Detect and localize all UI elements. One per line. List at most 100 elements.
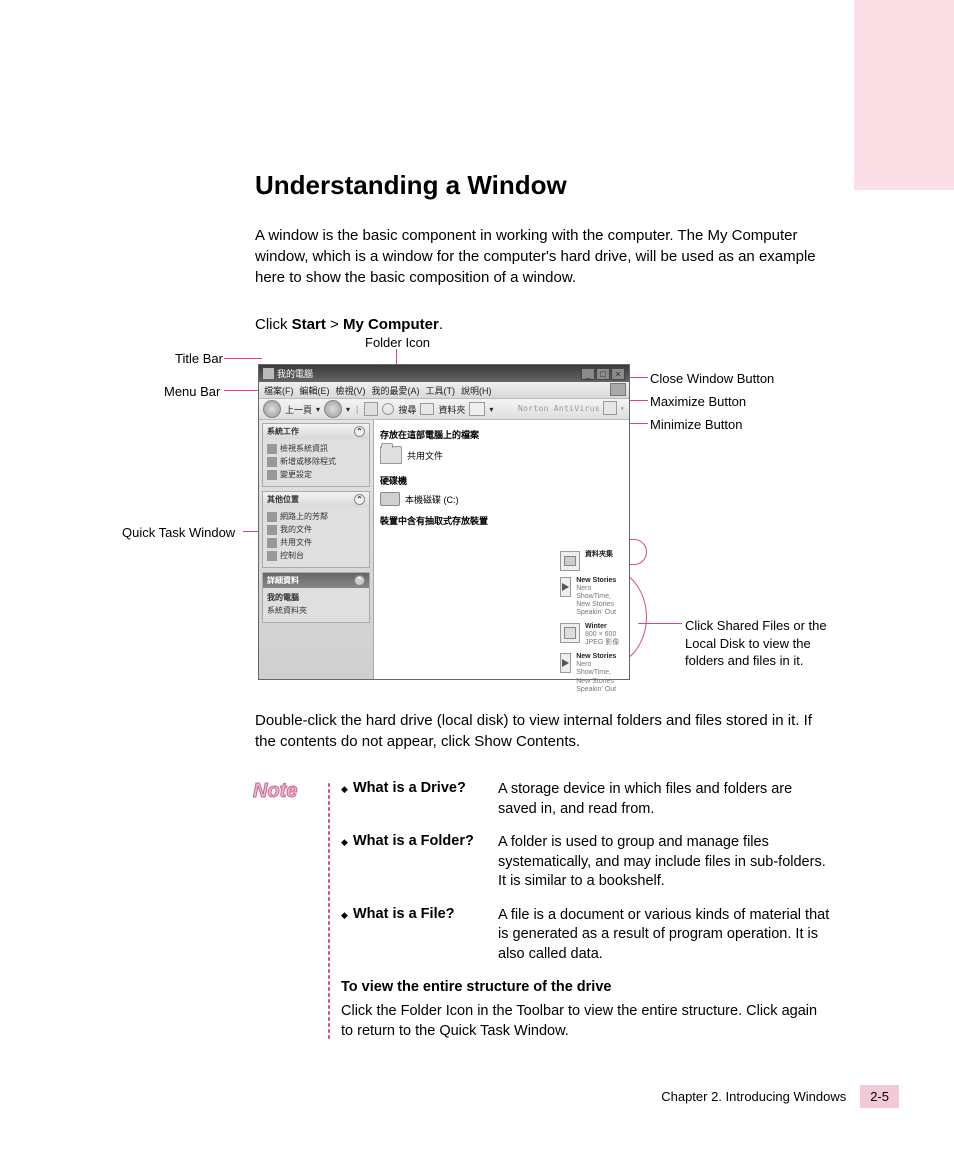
page-footer: Chapter 2. Introducing Windows 2-5 [661, 1085, 899, 1108]
click-prefix: Click [255, 316, 292, 333]
shared-folder[interactable]: 共用文件 [380, 446, 623, 464]
menu-tools[interactable]: 工具(T) [426, 384, 456, 397]
disk-icon [380, 492, 400, 506]
menu-edit[interactable]: 編輯(E) [300, 384, 330, 397]
menu-bar: 檔案(F) 編輯(E) 檢視(V) 我的最愛(A) 工具(T) 說明(H) [259, 382, 629, 398]
section-header: 裝置中含有抽取式存放裝置 [380, 514, 623, 527]
minimize-button[interactable]: _ [581, 368, 595, 380]
views-button[interactable] [469, 402, 485, 416]
sidebar-label: 變更設定 [280, 469, 312, 480]
menu-view[interactable]: 檢視(V) [336, 384, 366, 397]
definition-desc: A folder is used to group and manage fil… [498, 833, 833, 892]
panel-other-places: 其他位置 ⌃ 網路上的芳鄰 我的文件 共用文件 控制台 [262, 491, 370, 568]
definition-row: ◆ What is a Drive? A storage device in w… [341, 780, 833, 819]
sidebar-label: 共用文件 [280, 537, 312, 548]
sidebar-label: 檢視系統資訊 [280, 443, 328, 454]
bullet-icon: ◆ [341, 906, 353, 965]
sidebar-item[interactable]: 新增或移除程式 [267, 455, 365, 468]
sidebar-item[interactable]: 控制台 [267, 549, 365, 562]
section-header: 存放在這部電腦上的檔案 [380, 428, 623, 441]
file-item[interactable]: 資料夾集 [560, 551, 623, 571]
sidebar-item[interactable]: 檢視系統資訊 [267, 442, 365, 455]
sidebar-item[interactable]: 我的文件 [267, 523, 365, 536]
up-icon[interactable] [364, 402, 378, 416]
bullet-icon: ◆ [341, 833, 353, 892]
panel-title: 系統工作 [267, 426, 299, 437]
menu-file[interactable]: 檔案(F) [264, 384, 294, 397]
sidebar-label: 我的文件 [280, 524, 312, 535]
title-bar: 我的電腦 _ □ × [259, 365, 629, 382]
folder-icon [380, 446, 402, 464]
forward-button[interactable] [324, 400, 342, 418]
details-label: 系統資料夾 [267, 605, 307, 616]
callout-folder-icon: Folder Icon [365, 335, 430, 350]
back-button[interactable] [263, 400, 281, 418]
file-sub: 800 × 600 JPEG 影像 [585, 631, 619, 647]
chapter-tab [854, 0, 954, 190]
info-icon [267, 444, 277, 454]
dotted-divider [327, 782, 331, 1041]
details-line: 我的電腦 [267, 591, 365, 604]
click-instruction: Click Start > My Computer. [255, 316, 835, 333]
after-paragraph: Double-click the hard drive (local disk)… [255, 710, 835, 752]
details-line: 系統資料夾 [267, 604, 365, 617]
definition-term: What is a File? [353, 906, 498, 965]
close-button[interactable]: × [611, 368, 625, 380]
details-label: 我的電腦 [267, 592, 299, 603]
add-remove-icon [267, 457, 277, 467]
toolbar-search[interactable]: 搜尋 [398, 403, 416, 416]
search-icon[interactable] [382, 403, 394, 415]
callout-quick-task: Quick Task Window [122, 525, 235, 540]
media-icon [560, 653, 571, 673]
sidebar-item[interactable]: 網路上的芳鄰 [267, 510, 365, 523]
menu-favorites[interactable]: 我的最愛(A) [372, 384, 420, 397]
structure-text: Click the Folder Icon in the Toolbar to … [341, 1001, 833, 1042]
folder-icon[interactable] [420, 403, 434, 415]
callout-min: Minimize Button [650, 417, 742, 432]
note-block: Note ◆ What is a Drive? A storage device… [253, 780, 833, 1041]
maximize-button[interactable]: □ [596, 368, 610, 380]
folder-label: 共用文件 [407, 449, 443, 462]
controlpanel-icon [267, 551, 277, 561]
collapse-icon[interactable]: ⌃ [354, 426, 365, 437]
toolbar: 上一頁 ▾ ▾ | 搜尋 資料夾 ▾ Norton AntiVirus ▾ [259, 398, 629, 420]
sidebar-item[interactable]: 變更設定 [267, 468, 365, 481]
file-name: 資料夾集 [585, 551, 613, 559]
bullet-icon: ◆ [341, 780, 353, 819]
file-item[interactable]: Winter800 × 600 JPEG 影像 [560, 623, 623, 647]
file-item[interactable]: New StoriesNero ShowTime, New Stories Sp… [560, 577, 623, 617]
definition-term: What is a Folder? [353, 833, 498, 892]
definition-desc: A file is a document or various kinds of… [498, 906, 833, 965]
window-icon [263, 368, 274, 379]
quick-task-sidebar: 系統工作 ⌃ 檢視系統資訊 新增或移除程式 變更設定 其他位置 ⌃ 網路上的芳鄰 我… [259, 420, 374, 679]
file-item[interactable]: New StoriesNero ShowTime, New Stories Sp… [560, 653, 623, 693]
windows-logo-icon [610, 383, 626, 396]
window-main-area: 存放在這部電腦上的檔案 共用文件 硬碟機 本機磁碟 (C:) 裝置中含有抽取式存… [374, 420, 629, 679]
mydocs-icon [267, 525, 277, 535]
file-sub: Nero ShowTime, New Stories Speakin' Out [576, 661, 623, 693]
callout-title-bar: Title Bar [175, 351, 223, 366]
note-label: Note [253, 780, 323, 1041]
page-number: 2-5 [860, 1085, 899, 1108]
definition-term: What is a Drive? [353, 780, 498, 819]
local-disk[interactable]: 本機磁碟 (C:) [380, 492, 623, 506]
menu-help[interactable]: 說明(H) [461, 384, 492, 397]
panel-system-tasks: 系統工作 ⌃ 檢視系統資訊 新增或移除程式 變更設定 [262, 423, 370, 487]
intro-paragraph: A window is the basic component in worki… [255, 225, 835, 288]
norton-icon[interactable] [603, 401, 617, 415]
toolbar-folders[interactable]: 資料夾 [438, 403, 465, 416]
collapse-icon[interactable]: ⌃ [354, 494, 365, 505]
sidebar-item[interactable]: 共用文件 [267, 536, 365, 549]
definition-desc: A storage device in which files and fold… [498, 780, 833, 819]
image-icon [560, 623, 580, 643]
definition-row: ◆ What is a File? A file is a document o… [341, 906, 833, 965]
click-start: Start [292, 316, 326, 333]
chapter-label: Chapter 2. Introducing Windows [661, 1089, 846, 1104]
panel-title: 其他位置 [267, 494, 299, 505]
file-name: New Stories [576, 577, 623, 585]
callout-max: Maximize Button [650, 394, 746, 409]
sidebar-label: 新增或移除程式 [280, 456, 336, 467]
file-sub: Nero ShowTime, New Stories Speakin' Out [576, 585, 623, 617]
collapse-icon[interactable]: ⌃ [354, 575, 365, 586]
click-gt: > [326, 316, 343, 333]
